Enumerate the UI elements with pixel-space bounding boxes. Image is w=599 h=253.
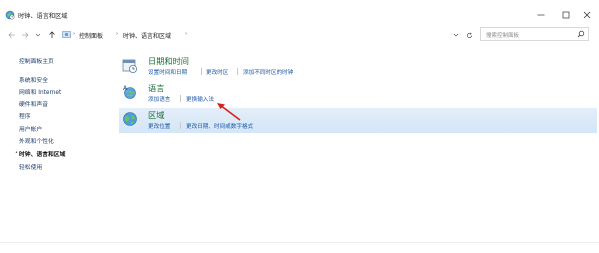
breadcrumb-separator-icon: › xyxy=(73,31,76,37)
sidebar-item-appearance[interactable]: 外观和个性化 xyxy=(19,136,54,145)
search-icon[interactable] xyxy=(577,30,585,38)
maximize-icon xyxy=(562,11,570,18)
window-title: 时钟、语言和区域 xyxy=(18,13,68,20)
sidebar-item-control-panel-home[interactable]: 控制面板主页 xyxy=(19,56,54,65)
link-divider xyxy=(237,68,238,75)
link-change-input-method[interactable]: 更换输入法 xyxy=(186,95,214,103)
refresh-icon xyxy=(466,31,472,38)
link-change-location[interactable]: 更改位置 xyxy=(148,122,170,130)
category-title-date-time[interactable]: 日期和时间 xyxy=(148,55,189,67)
breadcrumb-control-panel[interactable]: 控制面板 xyxy=(79,31,103,40)
search-placeholder: 搜索控制面板 xyxy=(486,33,520,39)
address-bar[interactable] xyxy=(57,28,477,41)
back-button[interactable] xyxy=(7,30,17,39)
forward-button[interactable] xyxy=(20,30,30,39)
minimize-button[interactable] xyxy=(534,8,548,21)
link-change-time-zone[interactable]: 更改时区 xyxy=(206,68,228,76)
chevron-down-icon xyxy=(453,33,459,37)
current-item-bullet-icon: • xyxy=(15,150,18,156)
control-panel-window: 时钟、语言和区域 › 控制面板 › 时钟、语言和区域 › 搜索控制面板 控制面板… xyxy=(0,0,599,253)
up-arrow-icon xyxy=(49,30,55,38)
sidebar-item-ease-of-access[interactable]: 轻松使用 xyxy=(19,162,42,171)
forward-arrow-icon xyxy=(22,31,29,38)
link-add-language[interactable]: 添加语言 xyxy=(148,95,170,103)
sidebar-item-hardware-sound[interactable]: 硬件和声音 xyxy=(19,99,48,108)
language-icon: A xyxy=(123,85,136,99)
recent-locations-button[interactable] xyxy=(33,30,43,39)
link-divider xyxy=(201,68,202,75)
address-dropdown-button[interactable] xyxy=(452,31,460,39)
title-bar: 时钟、语言和区域 xyxy=(0,0,599,22)
chevron-down-icon xyxy=(35,33,41,36)
sidebar-item-programs[interactable]: 程序 xyxy=(19,111,31,120)
back-arrow-icon xyxy=(8,31,15,38)
sidebar-item-system-security[interactable]: 系统和安全 xyxy=(19,75,48,84)
link-divider xyxy=(180,95,181,102)
clock-globe-app-icon xyxy=(5,10,15,20)
calendar-clock-icon xyxy=(122,59,137,73)
window-bottom-border xyxy=(0,242,599,243)
sidebar-item-user-accounts[interactable]: 用户帐户 xyxy=(19,124,42,133)
sidebar-item-network-internet[interactable]: 网络和 Internet xyxy=(19,87,61,96)
annotation-arrow-icon xyxy=(217,103,241,121)
link-change-date-format[interactable]: 更改日期、时间或数字格式 xyxy=(186,122,253,130)
close-button[interactable] xyxy=(580,8,594,21)
close-icon xyxy=(583,11,591,18)
refresh-button[interactable] xyxy=(465,31,473,39)
breadcrumb-separator-icon: › xyxy=(185,31,188,37)
breadcrumb-separator-icon: › xyxy=(116,31,119,37)
link-add-clocks[interactable]: 添加不同时区的时钟 xyxy=(243,68,293,76)
category-title-region[interactable]: 区域 xyxy=(148,109,164,121)
globe-region-icon xyxy=(123,112,137,126)
link-divider xyxy=(180,122,181,129)
maximize-button[interactable] xyxy=(559,8,573,21)
minimize-icon xyxy=(537,14,545,15)
control-panel-icon xyxy=(62,31,71,38)
breadcrumb-current[interactable]: 时钟、语言和区域 xyxy=(123,31,171,40)
up-button[interactable] xyxy=(47,30,57,39)
link-set-time-date[interactable]: 设置时间和日期 xyxy=(148,68,187,76)
sidebar-item-clock-language-region: 时钟、语言和区域 xyxy=(19,152,66,158)
category-title-language[interactable]: 语言 xyxy=(148,82,164,94)
